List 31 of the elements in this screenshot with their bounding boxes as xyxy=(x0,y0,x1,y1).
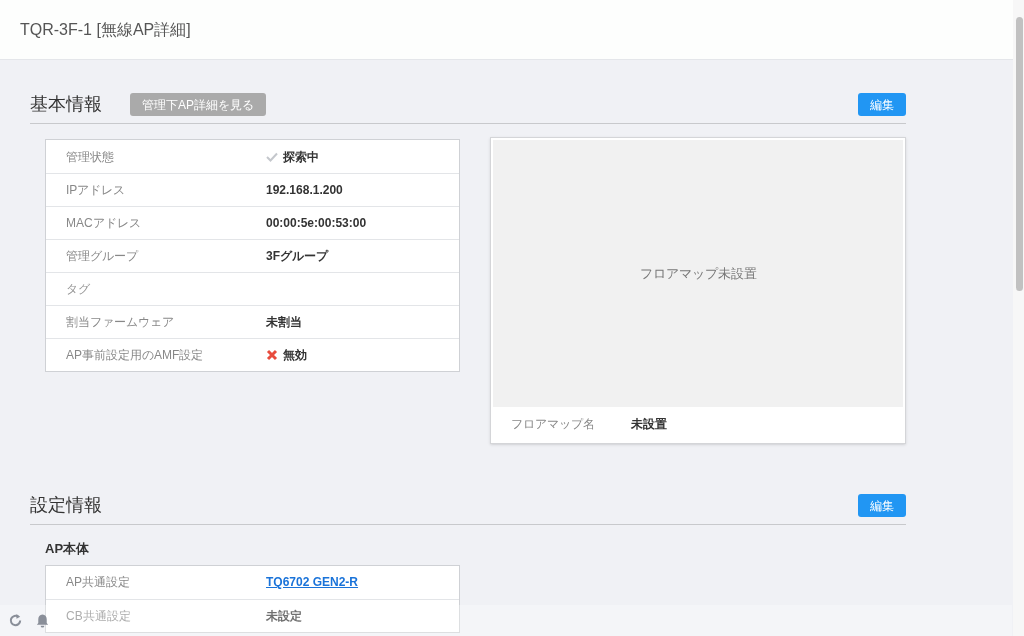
bell-icon[interactable] xyxy=(35,612,50,629)
field-label: タグ xyxy=(66,281,91,298)
field-label: 管理グループ xyxy=(66,248,140,265)
field-value: 未設定 xyxy=(266,607,302,625)
field-label: IPアドレス xyxy=(66,182,127,199)
view-managed-ap-button[interactable]: 管理下AP詳細を見る xyxy=(130,93,266,116)
group-title: AP本体 xyxy=(45,540,91,558)
section-heading: 基本情報 xyxy=(30,93,102,116)
field-value: 無効 xyxy=(283,347,307,364)
field-label: CB共通設定 xyxy=(66,607,132,625)
floor-map-message: フロアマップ未設置 xyxy=(639,264,757,283)
field-label: 管理状態 xyxy=(66,148,115,166)
refresh-icon[interactable] xyxy=(8,613,23,628)
field-label: フロアマップ名 xyxy=(511,416,596,433)
page-title: TQR-3F-1 [無線AP詳細] xyxy=(20,19,191,40)
field-label: 割当ファームウェア xyxy=(66,314,175,331)
link[interactable]: TQ6702 GEN2-R xyxy=(266,573,359,591)
field-value: 192.168.1.200 xyxy=(266,182,343,199)
edit-button[interactable]: 編集 xyxy=(858,494,906,517)
scrollbar[interactable] xyxy=(1013,0,1024,636)
field-label: AP事前設定用のAMF設定 xyxy=(66,347,205,364)
field-value: 未割当 xyxy=(266,314,302,331)
field-value: 探索中 xyxy=(283,148,319,166)
scroll-thumb[interactable] xyxy=(1016,17,1023,291)
field-value: 00:00:5e:00:53:00 xyxy=(266,215,367,232)
edit-button[interactable]: 編集 xyxy=(858,93,906,116)
field-label: AP共通設定 xyxy=(66,574,131,591)
field-value: 未設置 xyxy=(631,416,667,433)
field-value: 3Fグループ xyxy=(266,248,328,265)
section-heading: 設定情報 xyxy=(30,494,102,517)
field-label: MACアドレス xyxy=(66,215,142,232)
